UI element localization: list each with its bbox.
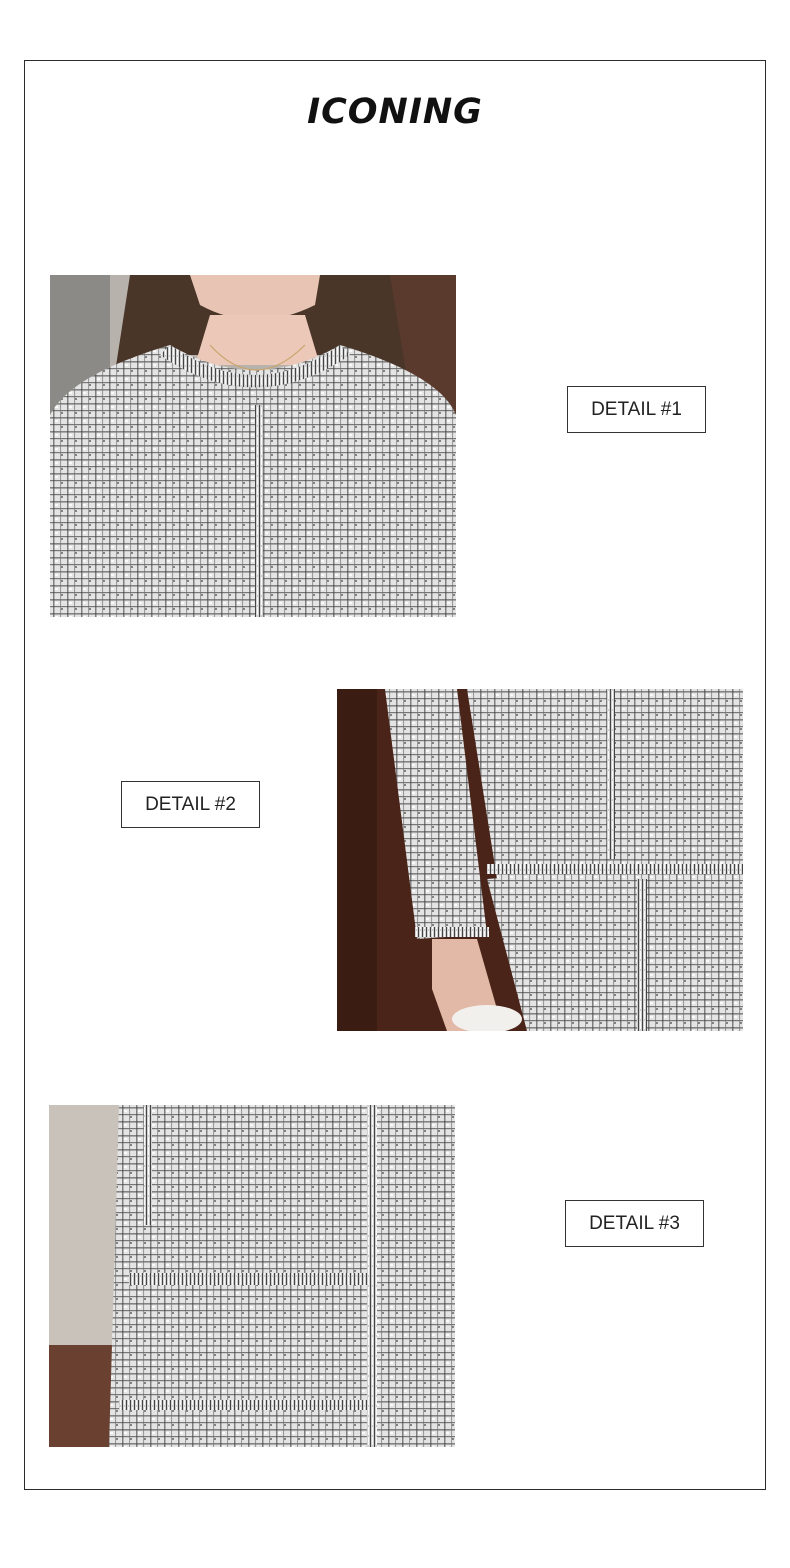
tweed-jacket-sleeve-skirt-photo [337,689,743,1031]
page-title: ICONING [307,92,483,132]
tweed-jacket-neckline-photo [50,275,456,617]
detail-1-label: DETAIL #1 [567,386,706,433]
detail-2-label: DETAIL #2 [121,781,260,828]
tweed-jacket-pocket-photo [49,1105,455,1447]
detail-3-label: DETAIL #3 [565,1200,704,1247]
